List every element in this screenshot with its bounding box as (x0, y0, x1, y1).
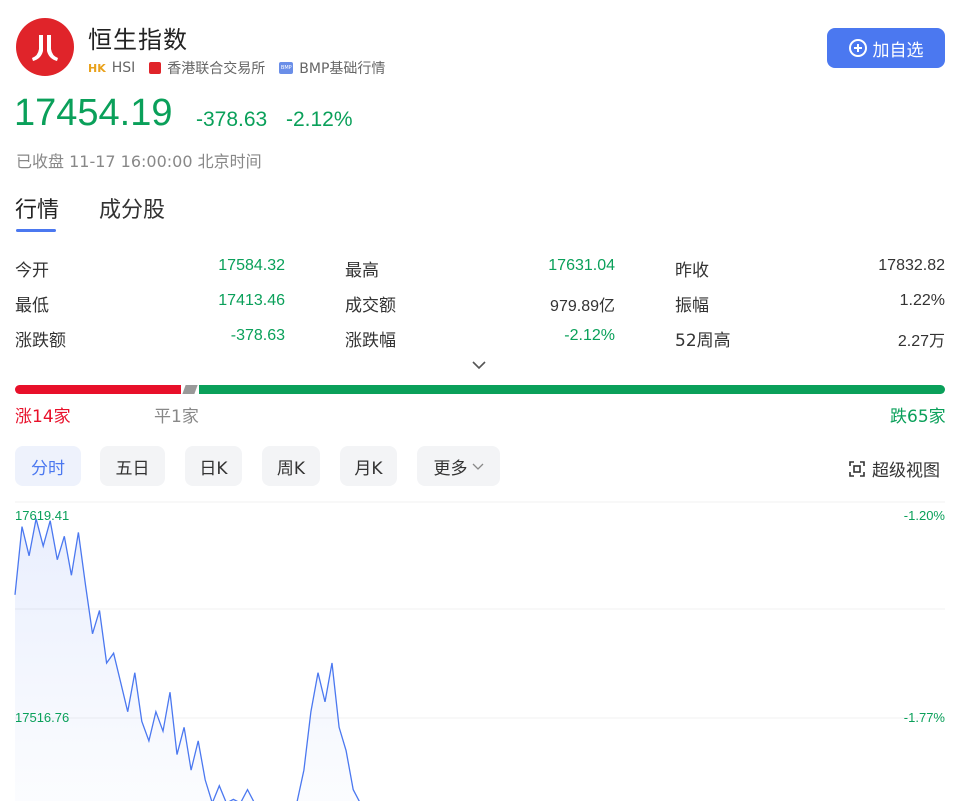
stat-label-prev-close: 昨收 (675, 261, 709, 281)
stat-value-52w-high: 2.27万 (897, 333, 945, 350)
y-axis-left-label: 17619.41 (15, 508, 69, 523)
stat-label-low: 最低 (15, 296, 49, 316)
breadth-down-bar (199, 385, 945, 394)
period-more-label: 更多 (433, 458, 468, 479)
period-more-button[interactable]: 更多 (417, 446, 500, 486)
market-tag: HK (88, 61, 106, 75)
add-watchlist-button[interactable]: 加自选 (827, 28, 945, 68)
bmp-icon: BMP (279, 62, 294, 74)
index-title: 恒生指数 (88, 26, 188, 54)
stat-value-turnover: 979.89亿 (550, 298, 615, 315)
breadth-up-bar (15, 385, 181, 394)
price-change-pct: -2.12% (286, 108, 353, 131)
period-5day-button[interactable]: 五日 (100, 446, 165, 486)
period-weekly-button[interactable]: 周K (262, 446, 320, 486)
stat-value-change-pct: -2.12% (564, 327, 615, 344)
stat-label-amplitude: 振幅 (675, 296, 709, 316)
y-axis-left-label: 17516.76 (15, 710, 69, 725)
index-meta: HK HSI 香港联合交易所 BMP BMP基础行情 (88, 58, 385, 78)
stat-value-high: 17631.04 (548, 257, 615, 274)
stat-value-change-amt: -378.63 (230, 327, 285, 344)
index-code: HSI (111, 60, 136, 76)
stat-label-change-amt: 涨跌额 (15, 331, 66, 351)
y-axis-right-label: -1.77% (904, 710, 946, 725)
super-view-label: 超级视图 (872, 461, 940, 481)
stat-label-high: 最高 (345, 261, 379, 281)
hk-flag-icon (149, 62, 162, 74)
period-monthly-button[interactable]: 月K (340, 446, 397, 486)
stat-value-prev-close: 17832.82 (878, 257, 945, 274)
active-tab-indicator (16, 229, 56, 232)
tab-constituents[interactable]: 成分股 (99, 192, 165, 224)
breadth-up-label: 涨14家 (15, 407, 71, 427)
stat-value-low: 17413.46 (218, 292, 285, 309)
data-source: BMP基础行情 (299, 61, 386, 77)
chevron-down-icon[interactable] (472, 358, 486, 372)
breadth-flat-label: 平1家 (154, 407, 199, 427)
y-axis-right-label: -1.20% (904, 508, 946, 523)
last-price: 17454.19 (14, 92, 173, 134)
plus-circle-icon (848, 39, 867, 57)
stat-label-change-pct: 涨跌幅 (345, 331, 396, 351)
fullscreen-icon (849, 460, 865, 477)
market-status: 已收盘 11-17 16:00:00 北京时间 (16, 152, 262, 171)
price-area (15, 518, 970, 801)
intraday-chart[interactable]: 17619.41 17516.76 -1.20% -1.77% (0, 500, 970, 801)
hsi-logo-icon (16, 18, 74, 76)
breadth-down-label: 跌65家 (890, 407, 946, 427)
price-change: -378.63 (196, 108, 268, 131)
add-watchlist-label: 加自选 (872, 40, 924, 61)
tab-quote[interactable]: 行情 (15, 192, 59, 224)
super-view-button[interactable]: 超级视图 (848, 456, 940, 481)
period-daily-button[interactable]: 日K (185, 446, 242, 486)
exchange-name: 香港联合交易所 (167, 61, 266, 77)
chevron-down-icon (472, 463, 483, 470)
stat-value-amplitude: 1.22% (899, 292, 945, 309)
stat-value-open: 17584.32 (218, 257, 285, 274)
period-intraday-button[interactable]: 分时 (15, 446, 81, 486)
breadth-flat-bar (182, 385, 198, 394)
stat-label-turnover: 成交额 (345, 296, 396, 316)
stat-label-52w-high: 52周高 (675, 331, 731, 351)
stat-label-open: 今开 (15, 261, 49, 281)
